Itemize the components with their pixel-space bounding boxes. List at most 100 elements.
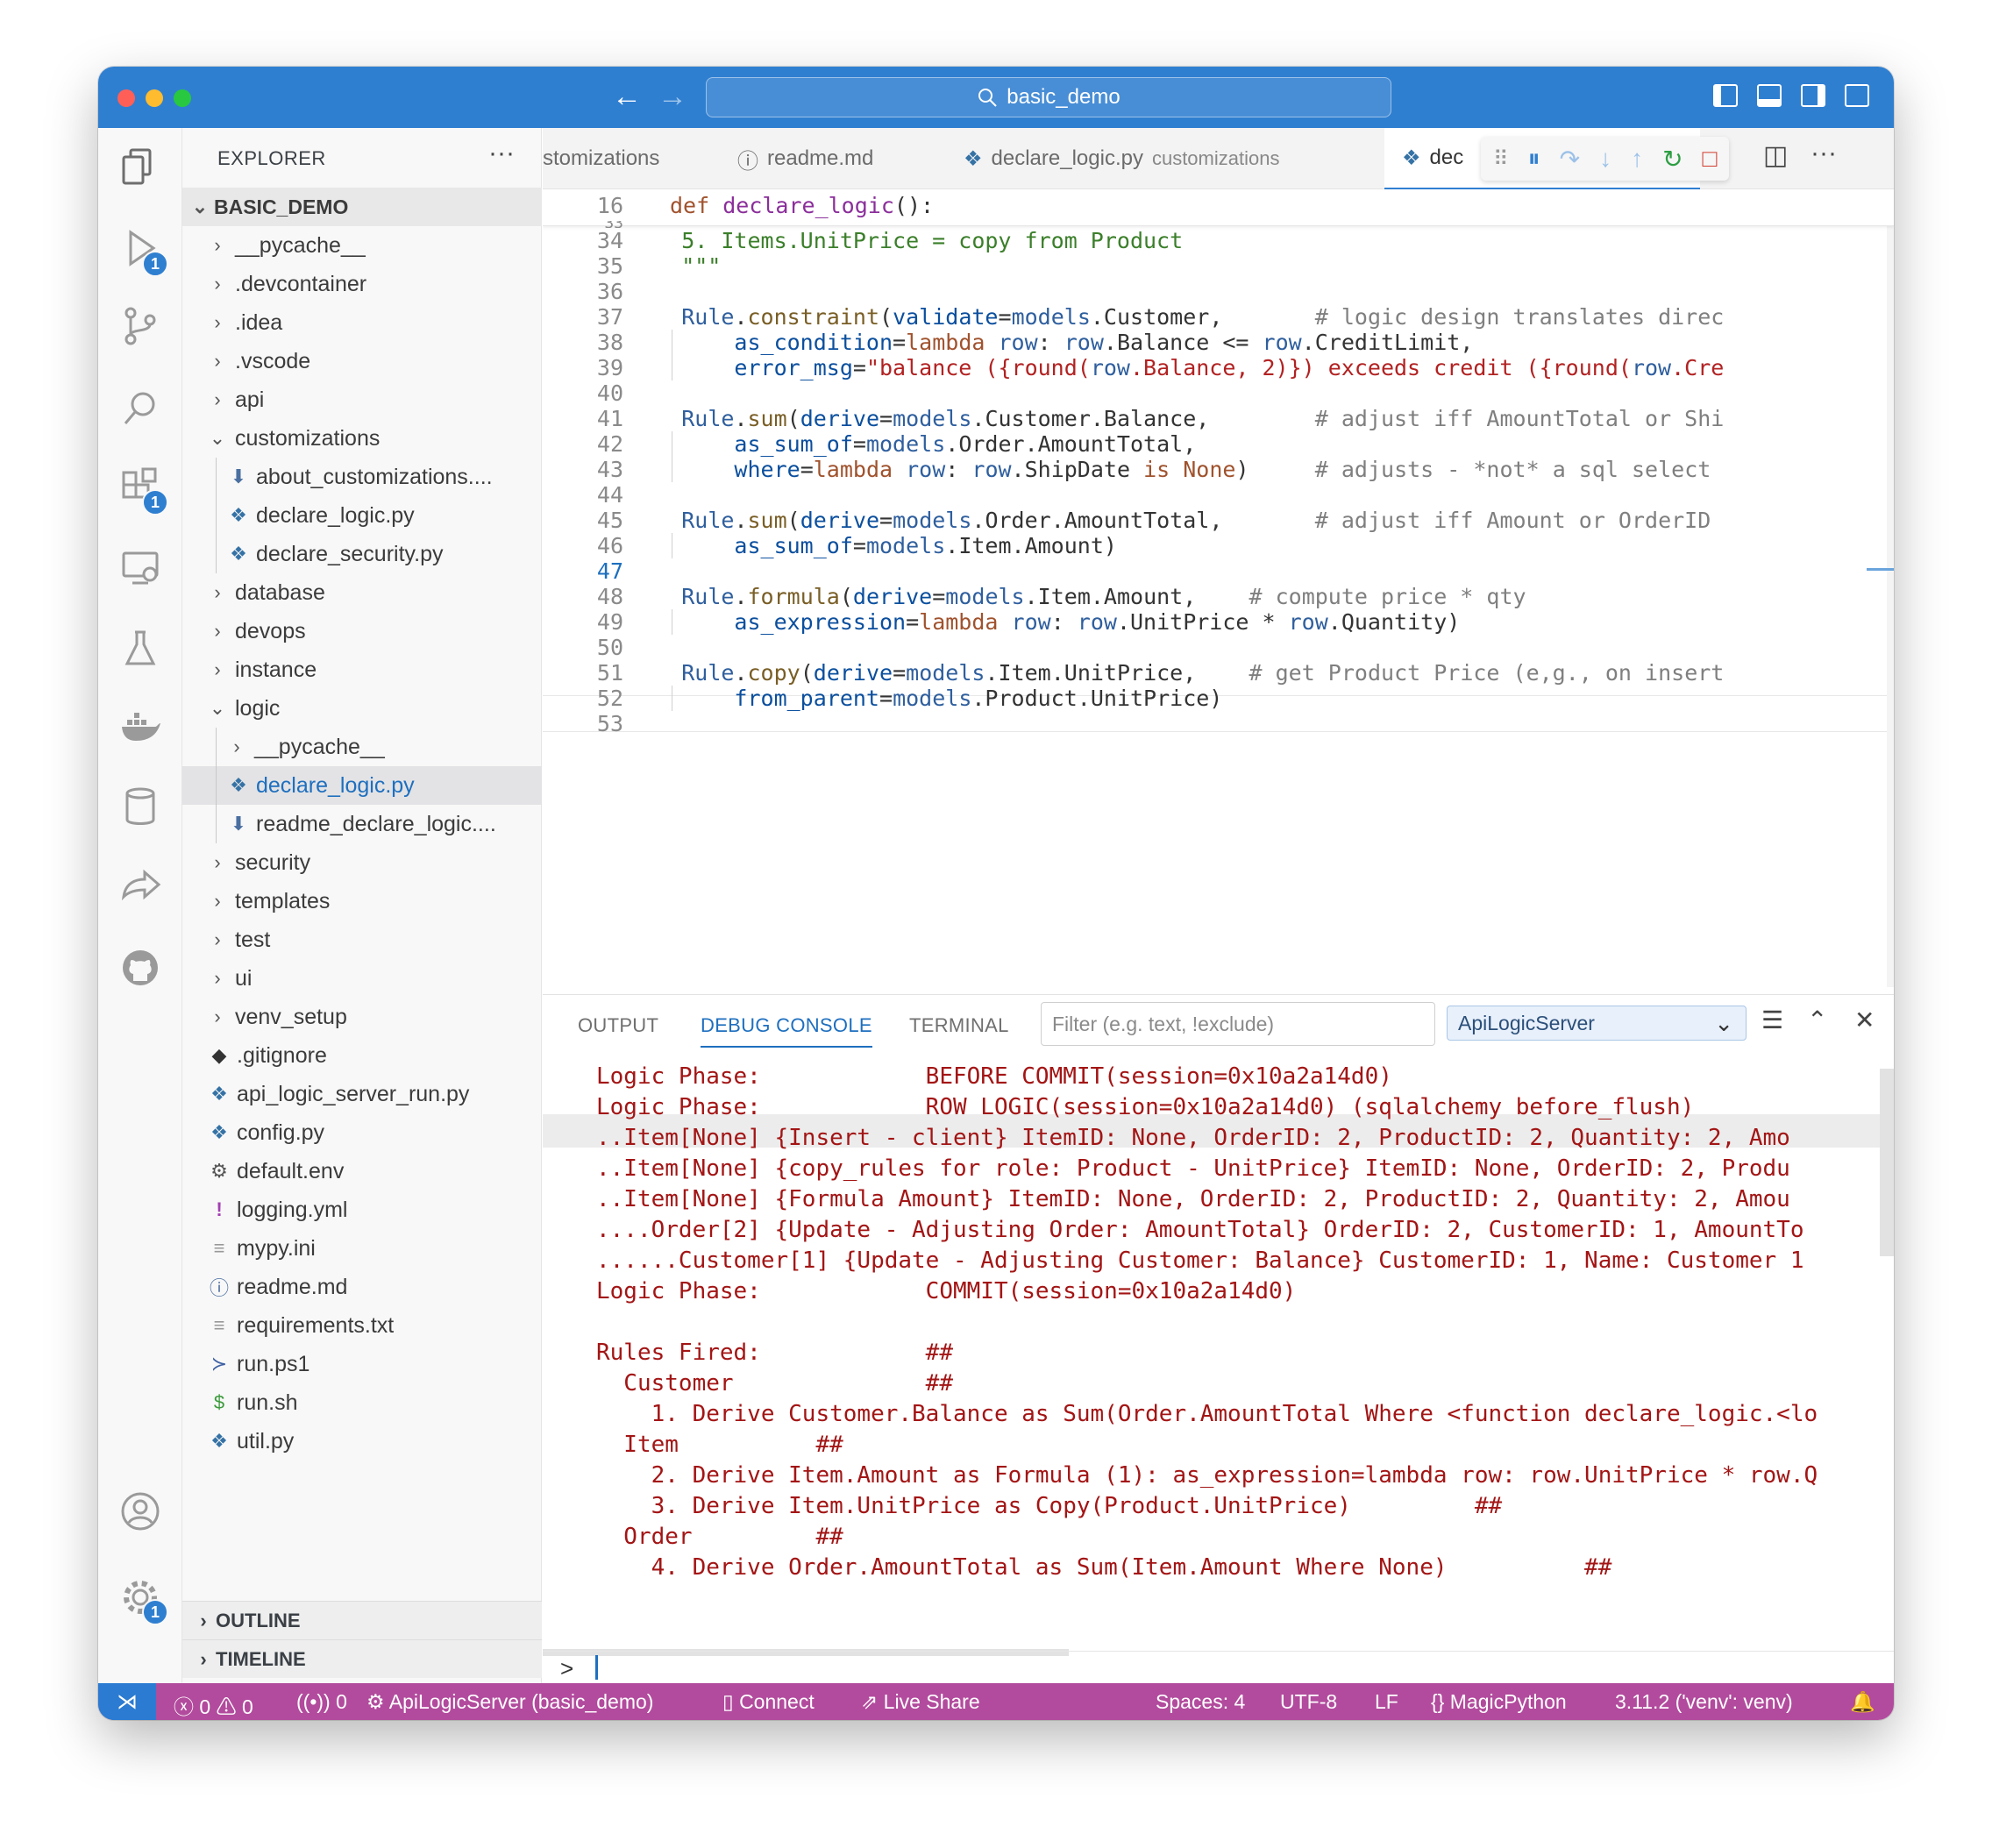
clear-console-icon[interactable]: ☰ [1761, 1006, 1783, 1034]
live-share-status[interactable]: ⇗ Live Share [861, 1690, 980, 1714]
tab-description: customizations [1151, 147, 1280, 169]
tree-item[interactable]: ≡ requirements.txt [182, 1306, 542, 1345]
step-out-icon[interactable]: ↑ [1631, 145, 1643, 173]
console-filter-input[interactable]: Filter (e.g. text, !exclude) [1041, 1002, 1435, 1046]
github-icon[interactable] [116, 943, 165, 992]
indentation-status[interactable]: Spaces: 4 [1156, 1690, 1245, 1714]
tree-item[interactable]: ≻ run.ps1 [182, 1345, 542, 1383]
tab-debug-console[interactable]: DEBUG CONSOLE [701, 1014, 872, 1048]
explorer-icon[interactable] [116, 142, 165, 191]
remote-explorer-icon[interactable] [116, 544, 165, 593]
restart-icon[interactable]: ↻ [1662, 145, 1683, 174]
tree-item[interactable]: › __pycache__ [182, 226, 542, 265]
tree-item[interactable]: ⚙ default.env [182, 1152, 542, 1191]
tree-item[interactable]: ◆ .gitignore [182, 1036, 542, 1075]
sticky-scroll-header[interactable]: 16 def declare_logic(): [543, 189, 1894, 226]
tree-root-basic-demo[interactable]: ⌄ BASIC_DEMO [182, 188, 542, 226]
tree-item[interactable]: › security [182, 843, 542, 882]
toggle-panel-icon[interactable] [1757, 84, 1782, 107]
tree-item[interactable]: › .devcontainer [182, 265, 542, 303]
tree-item[interactable]: › ui [182, 959, 542, 998]
debug-target-status[interactable]: ⚙ ApiLogicServer (basic_demo) [366, 1690, 653, 1714]
tree-item[interactable]: ⌄ logic [182, 689, 542, 728]
outline-section[interactable]: › OUTLINE [182, 1601, 542, 1639]
extensions-icon[interactable]: 1 [116, 463, 168, 515]
editor-scrollbar[interactable] [1887, 189, 1894, 987]
minimize-window-button[interactable] [146, 89, 163, 107]
testing-icon[interactable] [116, 624, 165, 673]
tab-declare-logic-customizations[interactable]: ❖ declare_logic.py customizations [964, 128, 1279, 189]
eol-status[interactable]: LF [1375, 1690, 1398, 1714]
problems-status[interactable]: ⓧ 0 ⚠ 0 [174, 1690, 253, 1720]
tree-item[interactable]: ⬇ readme_declare_logic.... [182, 805, 542, 843]
forward-arrow-icon[interactable]: → [658, 79, 687, 114]
tree-item[interactable]: › api [182, 380, 542, 419]
database-icon[interactable] [116, 782, 165, 831]
tree-item[interactable]: ❖ declare_logic.py [182, 496, 542, 535]
command-center-search[interactable]: basic_demo [706, 77, 1391, 117]
tab-output[interactable]: OUTPUT [578, 1014, 658, 1037]
tree-item[interactable]: › devops [182, 612, 542, 650]
language-status[interactable]: {} MagicPython [1431, 1690, 1567, 1714]
tree-item[interactable]: › templates [182, 882, 542, 920]
tree-item[interactable]: › test [182, 920, 542, 959]
accounts-icon[interactable] [116, 1487, 165, 1536]
tab-readme[interactable]: ⓘ readme.md [737, 128, 873, 189]
tree-item[interactable]: ⓘ readme.md [182, 1268, 542, 1306]
timeline-section[interactable]: › TIMELINE [182, 1639, 542, 1678]
manage-gear-icon[interactable]: 1 [116, 1573, 168, 1625]
tree-item[interactable]: ⌄ customizations [182, 419, 542, 458]
tab-customizations[interactable]: stomizations [543, 128, 659, 189]
pause-icon[interactable]: ⏸ [1528, 145, 1540, 174]
debug-console-output[interactable]: Logic Phase: BEFORE COMMIT(session=0x10a… [543, 1060, 1894, 1656]
tree-item[interactable]: ❖ api_logic_server_run.py [182, 1075, 542, 1113]
connect-status[interactable]: ▯ Connect [722, 1690, 815, 1714]
debug-session-select[interactable]: ApiLogicServer ⌄ [1447, 1006, 1747, 1041]
tree-item[interactable]: › .idea [182, 303, 542, 342]
explorer-more-actions-icon[interactable]: ··· [488, 139, 515, 168]
maximize-window-button[interactable] [174, 89, 191, 107]
code-editor[interactable]: 34 5. Items.UnitPrice = copy from Produc… [543, 189, 1894, 987]
tree-item[interactable]: ❖ util.py [182, 1422, 542, 1461]
tree-item[interactable]: › instance [182, 650, 542, 689]
toggle-secondary-sidebar-icon[interactable] [1801, 84, 1825, 107]
back-arrow-icon[interactable]: ← [612, 79, 642, 114]
step-into-icon[interactable]: ↓ [1599, 145, 1611, 173]
tree-item[interactable]: › venv_setup [182, 998, 542, 1036]
tree-item[interactable]: $ run.sh [182, 1383, 542, 1422]
notifications-bell-icon[interactable]: 🔔 [1850, 1690, 1875, 1714]
tree-item[interactable]: ❖ declare_logic.py [182, 766, 542, 805]
drag-handle-icon[interactable]: ⠿ [1493, 146, 1509, 172]
encoding-status[interactable]: UTF-8 [1280, 1690, 1337, 1714]
manage-badge: 1 [142, 1599, 168, 1625]
search-icon[interactable] [116, 384, 165, 433]
close-window-button[interactable] [117, 89, 135, 107]
tree-item[interactable]: › database [182, 573, 542, 612]
tree-item[interactable]: › .vscode [182, 342, 542, 380]
docker-icon[interactable] [116, 701, 165, 750]
tree-item-label: readme.md [237, 1274, 348, 1299]
step-over-icon[interactable]: ↷ [1560, 145, 1580, 174]
split-editor-icon[interactable]: ◫ [1763, 140, 1788, 171]
tab-terminal[interactable]: TERMINAL [909, 1014, 1009, 1037]
close-panel-icon[interactable]: ✕ [1854, 1006, 1875, 1034]
ports-status[interactable]: ((•)) 0 [296, 1690, 347, 1714]
customize-layout-icon[interactable] [1845, 84, 1869, 107]
live-share-icon[interactable] [116, 863, 165, 912]
remote-indicator-icon[interactable]: ⋊ [98, 1683, 156, 1720]
run-debug-icon[interactable]: 1 [116, 224, 168, 277]
console-scrollbar[interactable] [1880, 1069, 1894, 1256]
editor-more-actions-icon[interactable]: ··· [1811, 139, 1837, 168]
tree-item[interactable]: ! logging.yml [182, 1191, 542, 1229]
tree-item[interactable]: ≡ mypy.ini [182, 1229, 542, 1268]
tree-item[interactable]: › __pycache__ [182, 728, 542, 766]
maximize-panel-icon[interactable]: ⌃ [1807, 1006, 1827, 1034]
console-input[interactable]: > [543, 1651, 1894, 1684]
tree-item[interactable]: ❖ config.py [182, 1113, 542, 1152]
interpreter-status[interactable]: 3.11.2 ('venv': venv) [1615, 1690, 1793, 1714]
toggle-primary-sidebar-icon[interactable] [1713, 84, 1738, 107]
source-control-icon[interactable] [116, 302, 165, 351]
tree-item[interactable]: ⬇ about_customizations.... [182, 458, 542, 496]
tree-item[interactable]: ❖ declare_security.py [182, 535, 542, 573]
stop-icon[interactable]: □ [1703, 145, 1718, 173]
